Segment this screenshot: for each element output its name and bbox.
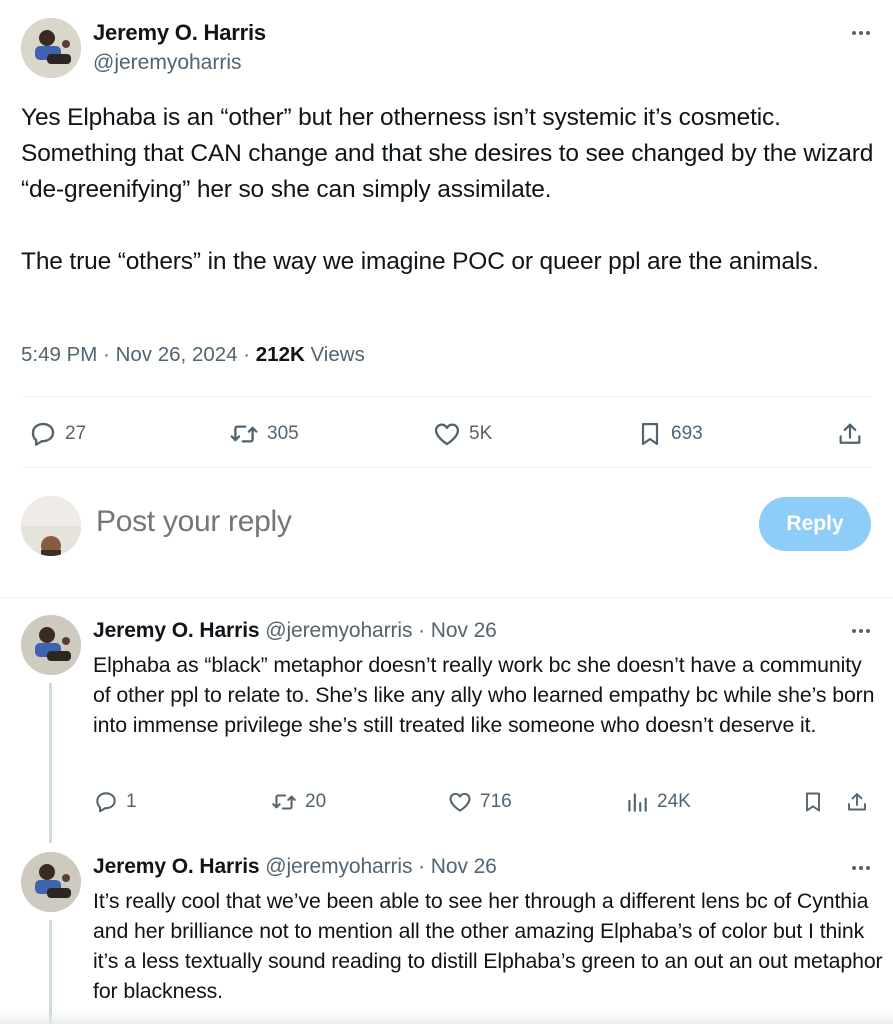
- views-label: Views: [310, 343, 365, 366]
- views-action[interactable]: 24K: [624, 789, 691, 815]
- views-count: 212K: [255, 343, 305, 366]
- reply-author-avatar[interactable]: [21, 615, 81, 675]
- reply-action[interactable]: 1: [93, 789, 137, 815]
- tweet-meta: 5:49 PM · Nov 26, 2024 · 212K Views: [21, 343, 365, 367]
- reply-author-handle[interactable]: @jeremyoharris: [265, 619, 412, 642]
- author-avatar[interactable]: [21, 18, 81, 78]
- like-action[interactable]: 5K: [432, 419, 492, 449]
- views-icon: [628, 793, 647, 812]
- reply-date[interactable]: Nov 26: [431, 855, 497, 878]
- tweet-time[interactable]: 5:49 PM: [21, 343, 97, 366]
- share-action[interactable]: [845, 789, 869, 815]
- tweet-date[interactable]: Nov 26, 2024: [116, 343, 238, 366]
- bottom-fade: [0, 1010, 893, 1024]
- repost-count: 20: [305, 791, 327, 812]
- like-action[interactable]: 716: [447, 789, 512, 815]
- reply-date[interactable]: Nov 26: [431, 619, 497, 642]
- meta-separator: ·: [418, 855, 426, 878]
- meta-separator: ·: [243, 343, 251, 366]
- thread-line: [49, 920, 52, 1024]
- share-icon: [848, 793, 866, 811]
- reply-count: 1: [126, 791, 137, 812]
- bookmark-icon: [806, 792, 820, 812]
- divider: [21, 467, 872, 468]
- reply-author-handle[interactable]: @jeremyoharris: [265, 855, 412, 878]
- author-name[interactable]: Jeremy O. Harris: [93, 20, 266, 46]
- bookmark-action[interactable]: [801, 789, 825, 815]
- views-count: 24K: [657, 791, 691, 812]
- tweet-paragraph: The true “others” in the way we imagine …: [21, 248, 819, 275]
- reply-author-avatar[interactable]: [21, 852, 81, 912]
- more-icon[interactable]: [846, 23, 876, 43]
- meta-separator: ·: [103, 343, 110, 366]
- repost-action[interactable]: 20: [270, 789, 326, 815]
- section-divider: [0, 597, 893, 598]
- reply-header: Jeremy O. Harris @jeremyoharris · Nov 26: [93, 855, 497, 879]
- reply-button[interactable]: Reply: [759, 497, 871, 551]
- like-count: 716: [480, 791, 512, 812]
- repost-action[interactable]: 305: [228, 419, 299, 449]
- like-icon: [434, 423, 460, 446]
- bookmark-count: 693: [671, 423, 703, 444]
- author-handle[interactable]: @jeremyoharris: [93, 51, 242, 75]
- tweet-paragraph: Yes Elphaba is an “other” but her othern…: [21, 104, 880, 203]
- share-action[interactable]: [836, 419, 864, 449]
- more-icon[interactable]: [846, 858, 876, 878]
- reply-author-name[interactable]: Jeremy O. Harris: [93, 855, 260, 878]
- tweet-text: Yes Elphaba is an “other” but her othern…: [21, 100, 881, 280]
- like-icon: [449, 792, 471, 812]
- reply-text: It’s really cool that we’ve been able to…: [93, 889, 883, 1003]
- like-count: 5K: [469, 423, 493, 444]
- more-icon[interactable]: [846, 621, 876, 641]
- repost-icon: [272, 794, 296, 810]
- bookmark-action[interactable]: 693: [636, 419, 703, 449]
- reply-count: 27: [65, 423, 87, 444]
- meta-separator: ·: [418, 619, 426, 642]
- reply-input[interactable]: [96, 505, 696, 539]
- reply-header: Jeremy O. Harris @jeremyoharris · Nov 26: [93, 619, 497, 643]
- reply-action[interactable]: 27: [28, 419, 86, 449]
- reply-icon: [96, 792, 116, 813]
- share-icon: [839, 423, 861, 444]
- reply-text: Elphaba as “black” metaphor doesn’t real…: [93, 653, 875, 737]
- reply-author-name[interactable]: Jeremy O. Harris: [93, 619, 260, 642]
- bookmark-icon: [641, 422, 659, 446]
- thread-line: [49, 683, 52, 843]
- divider: [21, 396, 872, 397]
- user-avatar[interactable]: [21, 496, 81, 556]
- repost-icon: [230, 425, 258, 443]
- repost-count: 305: [267, 423, 299, 444]
- reply-icon: [31, 422, 55, 446]
